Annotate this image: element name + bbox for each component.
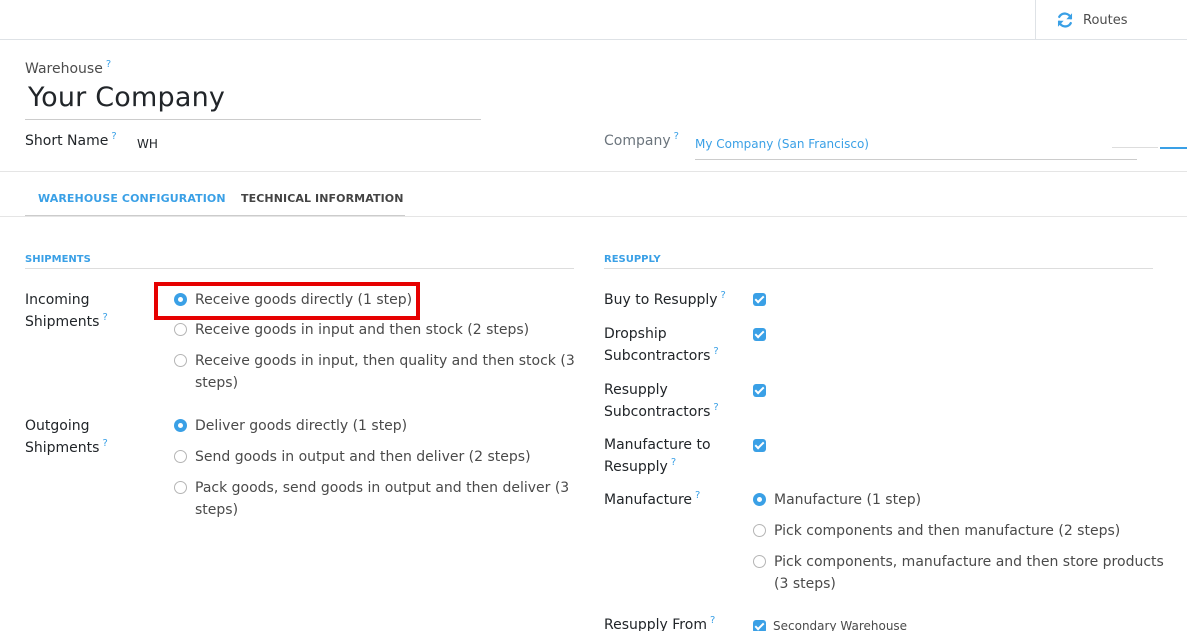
resupply-from-label-text: Resupply From bbox=[604, 617, 707, 631]
incoming-label-line1: Incoming bbox=[25, 292, 90, 308]
dropship-label-line1: Dropship bbox=[604, 326, 667, 342]
dropship-label-line2: Subcontractors bbox=[604, 348, 711, 364]
radio-unselected[interactable] bbox=[174, 450, 187, 463]
option-label-line2: steps) bbox=[195, 502, 239, 518]
outgoing-option-1-step[interactable]: Deliver goods directly (1 step) bbox=[174, 415, 407, 437]
help-icon[interactable]: ? bbox=[713, 346, 718, 357]
help-icon[interactable]: ? bbox=[695, 490, 700, 501]
help-icon[interactable]: ? bbox=[111, 131, 116, 142]
short-name-label: Short Name? bbox=[25, 131, 117, 149]
warehouse-name-underline bbox=[25, 119, 481, 120]
dropship-subcontractors-checkbox[interactable] bbox=[753, 328, 766, 341]
dropship-subcontractors-label: Dropship Subcontractors? bbox=[604, 323, 719, 367]
radio-selected[interactable] bbox=[174, 419, 187, 432]
option-label-line1: Pick components, manufacture and then st… bbox=[774, 554, 1164, 570]
manufacture-option-2-steps[interactable]: Pick components and then manufacture (2 … bbox=[753, 520, 1120, 542]
help-icon[interactable]: ? bbox=[102, 438, 107, 449]
tab-warehouse-configuration[interactable]: WAREHOUSE CONFIGURATION bbox=[38, 192, 226, 205]
option-label: Pick components and then manufacture (2 … bbox=[774, 523, 1121, 539]
option-label-line2: (3 steps) bbox=[774, 576, 836, 592]
radio-unselected[interactable] bbox=[174, 354, 187, 367]
help-icon[interactable]: ? bbox=[106, 59, 111, 70]
warehouse-name-input[interactable]: Your Company bbox=[28, 82, 225, 113]
help-icon[interactable]: ? bbox=[102, 312, 107, 323]
manufacture-to-label-line2: Resupply bbox=[604, 459, 668, 475]
outgoing-option-3-steps[interactable]: Pack goods, send goods in output and the… bbox=[174, 477, 569, 521]
tabs-divider bbox=[0, 216, 1187, 217]
radio-unselected[interactable] bbox=[174, 481, 187, 494]
secondary-warehouse-checkbox[interactable] bbox=[753, 620, 766, 631]
highlight-box bbox=[154, 282, 420, 320]
company-underline bbox=[695, 159, 1137, 160]
option-label-line1: Pack goods, send goods in output and the… bbox=[195, 480, 570, 496]
control-panel: Routes bbox=[0, 0, 1187, 40]
outgoing-option-2-steps[interactable]: Send goods in output and then deliver (2… bbox=[174, 446, 531, 468]
edge-accent bbox=[1160, 147, 1187, 149]
routes-label: Routes bbox=[1083, 12, 1128, 28]
edge-divider bbox=[1112, 147, 1158, 148]
help-icon[interactable]: ? bbox=[671, 457, 676, 468]
option-label: Send goods in output and then deliver (2… bbox=[195, 449, 531, 465]
warehouse-label: Warehouse? bbox=[25, 59, 111, 77]
manufacture-option-1-step[interactable]: Manufacture (1 step) bbox=[753, 489, 921, 511]
shipments-heading: SHIPMENTS bbox=[25, 254, 91, 265]
option-label: Receive goods in input, then quality and… bbox=[195, 350, 575, 394]
manufacture-label: Manufacture? bbox=[604, 489, 700, 511]
radio-selected[interactable] bbox=[753, 493, 766, 506]
resupply-subcontractors-checkbox[interactable] bbox=[753, 384, 766, 397]
manufacture-option-3-steps[interactable]: Pick components, manufacture and then st… bbox=[753, 551, 1164, 595]
secondary-warehouse-label: Secondary Warehouse bbox=[773, 619, 908, 631]
radio-unselected[interactable] bbox=[753, 524, 766, 537]
manufacture-to-resupply-label: Manufacture to Resupply? bbox=[604, 434, 711, 478]
option-label: Manufacture (1 step) bbox=[774, 492, 922, 508]
manufacture-to-label-line1: Manufacture to bbox=[604, 437, 711, 453]
option-label: Pick components, manufacture and then st… bbox=[774, 551, 1164, 595]
option-label: Pack goods, send goods in output and the… bbox=[195, 477, 569, 521]
option-label-line1: Receive goods in input, then quality and… bbox=[195, 353, 575, 369]
company-field[interactable]: My Company (San Francisco) bbox=[695, 137, 869, 151]
tab-technical-information[interactable]: TECHNICAL INFORMATION bbox=[241, 192, 404, 205]
buy-label-text: Buy to Resupply bbox=[604, 292, 718, 308]
radio-unselected[interactable] bbox=[753, 555, 766, 568]
outgoing-label-line1: Outgoing bbox=[25, 418, 90, 434]
incoming-option-2-steps[interactable]: Receive goods in input and then stock (2… bbox=[174, 319, 529, 341]
incoming-option-3-steps[interactable]: Receive goods in input, then quality and… bbox=[174, 350, 575, 394]
outgoing-shipments-label: Outgoing Shipments? bbox=[25, 415, 108, 459]
company-label-text: Company bbox=[604, 133, 671, 149]
resupply-subcontractors-label: Resupply Subcontractors? bbox=[604, 379, 719, 423]
help-icon[interactable]: ? bbox=[721, 290, 726, 301]
resupply-from-label: Resupply From? bbox=[604, 614, 715, 631]
incoming-label-line2: Shipments bbox=[25, 314, 100, 330]
outgoing-label-line2: Shipments bbox=[25, 440, 100, 456]
option-label: Deliver goods directly (1 step) bbox=[195, 418, 408, 434]
header-divider bbox=[0, 171, 1187, 172]
resupply-divider bbox=[604, 268, 1153, 269]
shipments-divider bbox=[25, 268, 574, 269]
radio-unselected[interactable] bbox=[174, 323, 187, 336]
option-label-line2: steps) bbox=[195, 375, 239, 391]
manufacture-to-resupply-checkbox[interactable] bbox=[753, 439, 766, 452]
option-label: Receive goods in input and then stock (2… bbox=[195, 322, 530, 338]
refresh-icon bbox=[1057, 12, 1073, 28]
help-icon[interactable]: ? bbox=[674, 131, 679, 142]
buy-to-resupply-label: Buy to Resupply? bbox=[604, 289, 726, 311]
incoming-shipments-label: Incoming Shipments? bbox=[25, 289, 108, 333]
help-icon[interactable]: ? bbox=[710, 615, 715, 626]
resupply-heading: RESUPPLY bbox=[604, 254, 661, 265]
short-name-input[interactable]: WH bbox=[137, 137, 158, 151]
short-name-label-text: Short Name bbox=[25, 133, 109, 149]
help-icon[interactable]: ? bbox=[713, 402, 718, 413]
warehouse-label-text: Warehouse bbox=[25, 61, 103, 77]
manufacture-label-text: Manufacture bbox=[604, 492, 693, 508]
company-label: Company? bbox=[604, 131, 679, 149]
resupply-sub-label-line2: Subcontractors bbox=[604, 404, 711, 420]
buy-to-resupply-checkbox[interactable] bbox=[753, 293, 766, 306]
routes-button[interactable]: Routes bbox=[1035, 0, 1187, 40]
resupply-sub-label-line1: Resupply bbox=[604, 382, 668, 398]
